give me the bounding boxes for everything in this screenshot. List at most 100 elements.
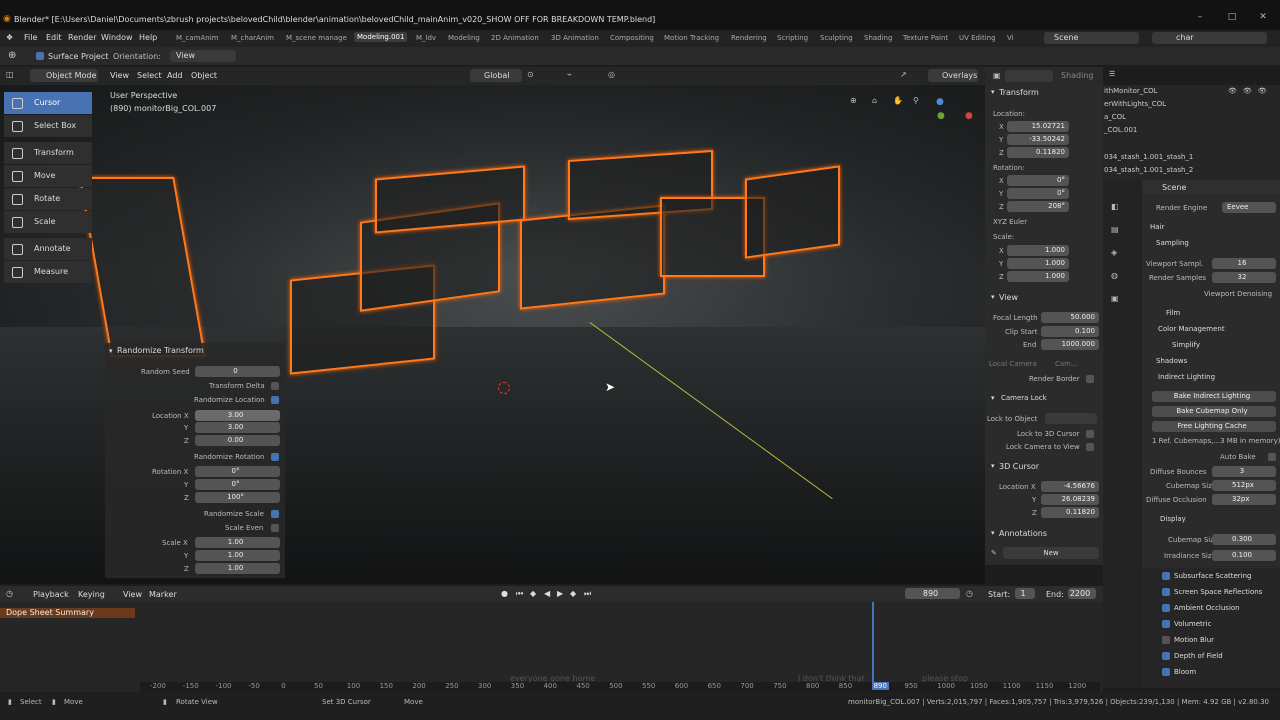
bake-cubemap-button[interactable]: Bake Cubemap Only bbox=[1152, 406, 1276, 417]
scale-z-field[interactable]: 1.00 bbox=[195, 563, 280, 574]
lock-camera-to-view-checkbox[interactable] bbox=[1086, 443, 1094, 451]
tab-m-camanim[interactable]: M_camAnim bbox=[176, 34, 219, 42]
tab-2d-animation[interactable]: 2D Animation bbox=[491, 34, 539, 42]
random-seed-field[interactable]: 0 bbox=[195, 366, 280, 377]
outliner-row[interactable]: a_COL bbox=[1104, 113, 1126, 121]
cursor-collapse-icon[interactable]: ▾ bbox=[991, 462, 995, 470]
diffuse-occlusion-dropdown[interactable]: 32px bbox=[1212, 494, 1276, 505]
render-engine-dropdown[interactable]: Eevee bbox=[1222, 202, 1276, 213]
outliner-row[interactable]: erWithLights_COL bbox=[1104, 100, 1166, 108]
tab-modeling-001[interactable]: Modeling.001 bbox=[354, 32, 408, 42]
scale-tool[interactable]: Scale bbox=[4, 211, 92, 233]
output-tab-icon[interactable]: ▤ bbox=[1111, 225, 1119, 234]
camera-lock-collapse-icon[interactable]: ▾ bbox=[991, 394, 995, 402]
location-z-field[interactable]: 0.00 bbox=[195, 435, 280, 446]
keying-menu[interactable]: Keying bbox=[78, 590, 105, 599]
new-annotation-button[interactable]: New bbox=[1003, 547, 1099, 559]
color-management-panel[interactable]: Color Management bbox=[1158, 325, 1225, 333]
jump-start-icon[interactable]: ⏮ bbox=[516, 589, 523, 599]
dope-sheet-summary-row[interactable]: Dope Sheet Summary bbox=[0, 608, 135, 618]
transform-orientation-dropdown[interactable]: Global bbox=[470, 69, 522, 82]
pan-view-icon[interactable]: ✋ bbox=[893, 96, 903, 105]
start-frame-field[interactable]: 1 bbox=[1015, 588, 1035, 599]
cursor-y-field[interactable]: 26.08239 bbox=[1041, 494, 1099, 505]
close-button[interactable]: ✕ bbox=[1248, 12, 1278, 22]
local-camera-field[interactable]: Cam... bbox=[1055, 360, 1078, 368]
tab-texture-paint[interactable]: Texture Paint bbox=[903, 34, 948, 42]
nav-gizmo-z[interactable]: ● bbox=[936, 97, 944, 107]
orientation-dropdown[interactable]: View bbox=[170, 50, 236, 62]
outliner-row[interactable]: _COL.001 bbox=[1104, 126, 1137, 134]
prev-key-icon[interactable]: ◆ bbox=[530, 589, 536, 598]
overlays-button[interactable]: Overlays bbox=[928, 69, 978, 82]
cursor-z-field[interactable]: 0.11820 bbox=[1041, 507, 1099, 518]
maximize-button[interactable]: □ bbox=[1217, 12, 1247, 22]
loc-z-field[interactable]: 0.11820 bbox=[1007, 147, 1069, 158]
tab-modeling[interactable]: Modeling bbox=[448, 34, 480, 42]
menu-file[interactable]: File bbox=[24, 33, 37, 42]
sc-y-field[interactable]: 1.000 bbox=[1007, 258, 1069, 269]
tab-compositing[interactable]: Compositing bbox=[610, 34, 654, 42]
selected-crate-4[interactable] bbox=[520, 204, 665, 310]
annotations-collapse-icon[interactable]: ▾ bbox=[991, 529, 995, 537]
menu-render[interactable]: Render bbox=[68, 33, 96, 42]
tab-uv-editing[interactable]: UV Editing bbox=[959, 34, 996, 42]
transform-tool[interactable]: Transform bbox=[4, 142, 92, 164]
dof-panel[interactable]: Depth of Field bbox=[1174, 652, 1223, 660]
scale-x-field[interactable]: 1.00 bbox=[195, 537, 280, 548]
tab-rendering[interactable]: Rendering bbox=[731, 34, 767, 42]
randomize-scale-checkbox[interactable] bbox=[271, 510, 279, 518]
outliner-editor-icon[interactable]: ☰ bbox=[1109, 70, 1115, 78]
annotation-pen-icon[interactable]: ✎ bbox=[991, 549, 997, 557]
scale-even-checkbox[interactable] bbox=[271, 524, 279, 532]
panel-collapse-icon[interactable]: ▾ bbox=[109, 347, 113, 355]
randomize-rotation-checkbox[interactable] bbox=[271, 453, 279, 461]
indirect-lighting-panel[interactable]: Indirect Lighting bbox=[1158, 373, 1215, 381]
focal-length-field[interactable]: 50.000 bbox=[1041, 312, 1099, 323]
snap-icon[interactable]: ⌁ bbox=[567, 70, 572, 79]
randomize-location-checkbox[interactable] bbox=[271, 396, 279, 404]
3d-cursor-icon[interactable] bbox=[498, 382, 510, 394]
zoom-icon[interactable]: ⚲ bbox=[913, 96, 919, 105]
move-tool[interactable]: Move bbox=[4, 165, 92, 187]
annotate-tool[interactable]: Annotate bbox=[4, 238, 92, 260]
lock-to-3d-cursor-checkbox[interactable] bbox=[1086, 430, 1094, 438]
nav-gizmo-x[interactable]: ● bbox=[965, 111, 973, 121]
ssr-panel[interactable]: Screen Space Reflections bbox=[1174, 588, 1262, 596]
clip-start-field[interactable]: 0.100 bbox=[1041, 326, 1099, 337]
display-cubemap-field[interactable]: 0.300 bbox=[1212, 534, 1276, 545]
hair-panel[interactable]: Hair bbox=[1150, 223, 1164, 231]
outliner-row[interactable]: 034_stash_1.001_stash_1 bbox=[1104, 153, 1193, 161]
ssr-checkbox[interactable] bbox=[1162, 588, 1170, 596]
record-icon[interactable]: ● bbox=[501, 589, 508, 598]
timeline-view-menu[interactable]: View bbox=[123, 590, 142, 599]
ao-checkbox[interactable] bbox=[1162, 604, 1170, 612]
add-menu[interactable]: Add bbox=[167, 71, 183, 80]
shading-menu[interactable]: Shading bbox=[1061, 71, 1094, 80]
object-tab-icon[interactable]: ▣ bbox=[1111, 294, 1119, 303]
object-menu[interactable]: Object bbox=[191, 71, 217, 80]
rotation-y-field[interactable]: 0° bbox=[195, 479, 280, 490]
rot-z-field[interactable]: 208° bbox=[1007, 201, 1069, 212]
bloom-checkbox[interactable] bbox=[1162, 668, 1170, 676]
timeline-editor-icon[interactable]: ◷ bbox=[6, 589, 13, 598]
rot-y-field[interactable]: 0° bbox=[1007, 188, 1069, 199]
view-menu[interactable]: View bbox=[110, 71, 129, 80]
tab-motion-tracking[interactable]: Motion Tracking bbox=[664, 34, 719, 42]
tab-3d-animation[interactable]: 3D Animation bbox=[551, 34, 599, 42]
simplify-panel[interactable]: Simplify bbox=[1172, 341, 1200, 349]
gizmo-icon[interactable]: ↗ bbox=[900, 70, 907, 79]
dof-checkbox[interactable] bbox=[1162, 652, 1170, 660]
rotation-x-field[interactable]: 0° bbox=[195, 466, 280, 477]
viewport-samples-field[interactable]: 16 bbox=[1212, 258, 1276, 269]
world-tab-icon[interactable]: ◍ bbox=[1111, 271, 1118, 280]
zoom-view-icon[interactable]: ⊕ bbox=[850, 96, 857, 105]
current-frame-field[interactable]: 890 bbox=[905, 588, 960, 599]
end-frame-field[interactable]: 2200 bbox=[1068, 588, 1096, 599]
cursor-x-field[interactable]: -4.56676 bbox=[1041, 481, 1099, 492]
select-menu[interactable]: Select bbox=[137, 71, 162, 80]
render-tab-icon[interactable]: ◧ bbox=[1111, 202, 1119, 211]
cubemap-size-dropdown[interactable]: 512px bbox=[1212, 480, 1276, 491]
marker-menu[interactable]: Marker bbox=[149, 590, 177, 599]
rot-x-field[interactable]: 0° bbox=[1007, 175, 1069, 186]
